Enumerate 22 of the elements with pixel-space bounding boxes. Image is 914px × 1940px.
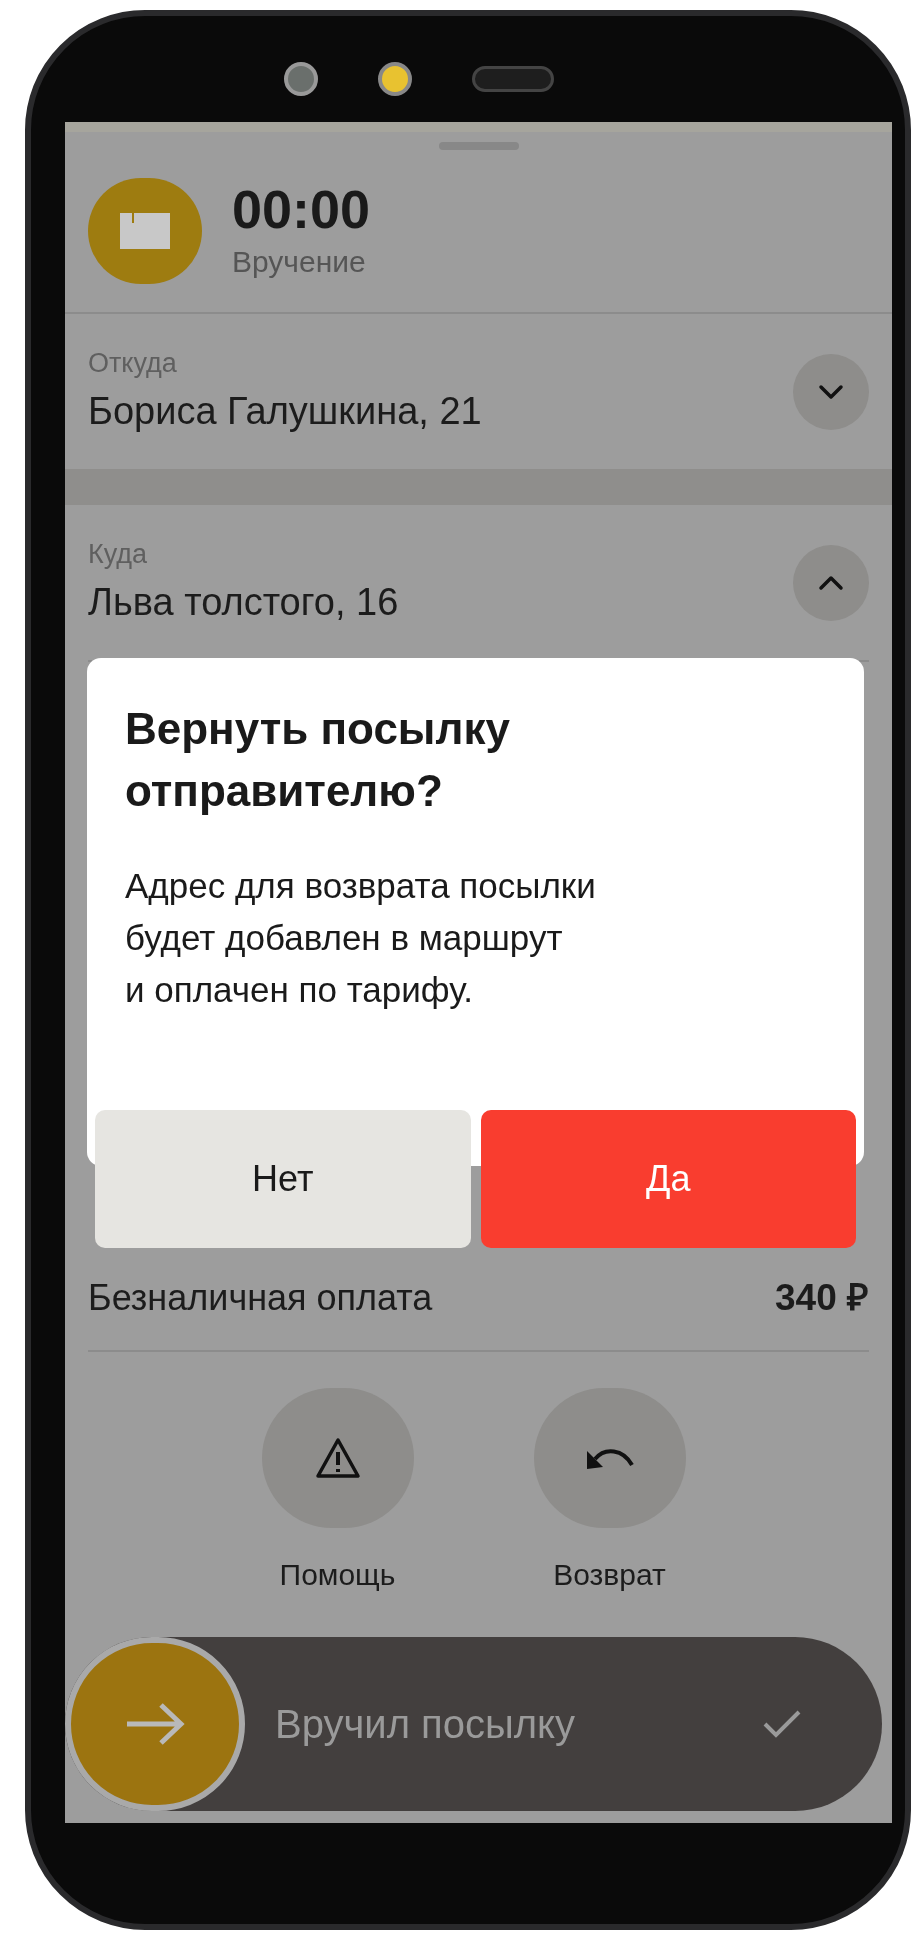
- swipe-handle[interactable]: [65, 1637, 245, 1811]
- warning-icon: [314, 1437, 361, 1479]
- dialog-message: Адрес для возврата посылки будет добавлен в маршрут и оплачен по тарифу.: [125, 865, 597, 1011]
- chevron-down-icon: [818, 383, 844, 400]
- swipe-label: Вручил посылку: [275, 1701, 576, 1748]
- status-label: Вручение: [232, 243, 367, 280]
- route-address: Льва толстого, 16: [88, 580, 399, 626]
- dialog-title: Вернуть посылку отправителю?: [125, 703, 511, 817]
- dialog-button[interactable]: Нет: [95, 1110, 471, 1248]
- sensor-icon: [378, 62, 412, 96]
- payment-label: Безналичная оплата: [88, 1276, 433, 1320]
- route-label: Куда: [88, 537, 149, 571]
- payment-amount: 340 ₽: [775, 1276, 869, 1321]
- swipe-slider[interactable]: Вручил посылку: [65, 1637, 882, 1811]
- route-address: Бориса Галушкина, 21: [88, 389, 482, 435]
- check-icon: [762, 1709, 802, 1739]
- route-label: Откуда: [88, 346, 178, 380]
- timer: 00:00: [232, 178, 371, 239]
- chevron-up-icon: [818, 574, 844, 591]
- camera-icon: [284, 62, 318, 96]
- dialog-button[interactable]: Да: [480, 1110, 856, 1248]
- box-icon: [120, 213, 170, 249]
